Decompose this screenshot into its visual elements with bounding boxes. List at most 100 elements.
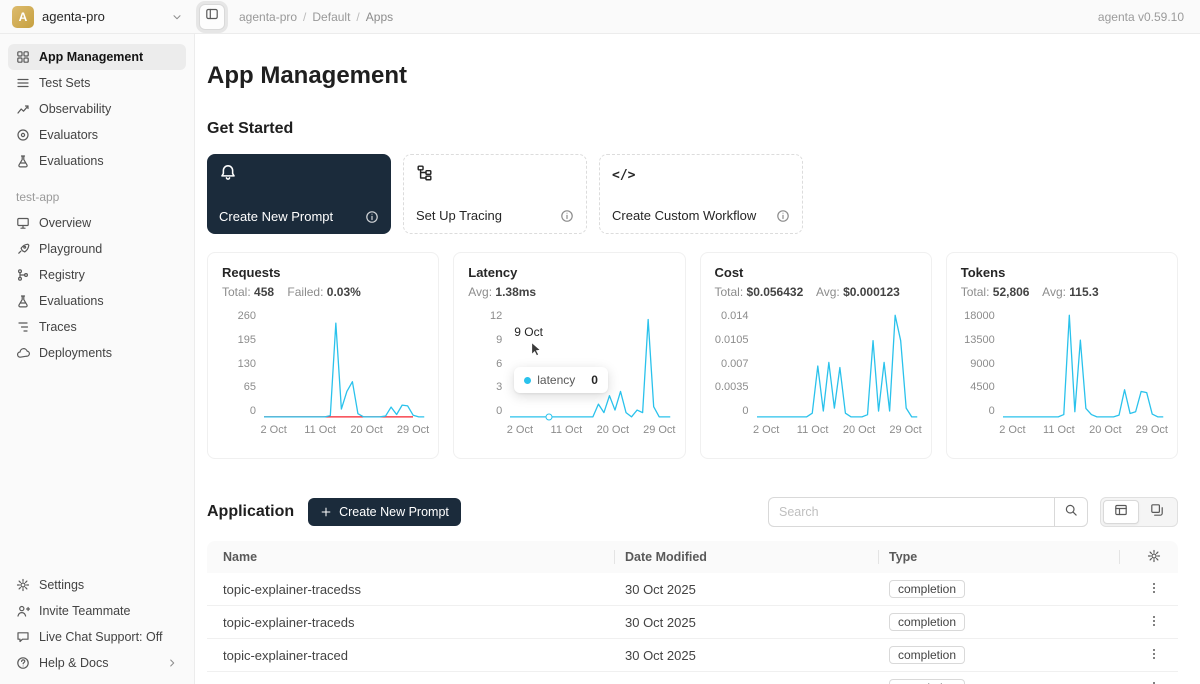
tick-label: 0.007 xyxy=(721,359,749,370)
prompt-icon xyxy=(219,163,237,186)
sidebar-item-help-docs[interactable]: Help & Docs xyxy=(8,650,186,676)
app-name: topic-explainer-tracedss xyxy=(207,582,625,597)
requests-metric-card: Requests Total: 458 Failed: 0.03% 260 19… xyxy=(207,252,439,459)
column-header-name[interactable]: Name xyxy=(207,550,625,564)
tick-label: 18000 xyxy=(964,311,995,322)
sidebar-item-evaluators[interactable]: Evaluators xyxy=(8,122,186,148)
set-up-tracing-card[interactable]: Set Up Tracing xyxy=(403,154,587,234)
table-row[interactable]: career-assessment 27 Oct 2025 completion xyxy=(207,672,1178,684)
sidebar-item-registry[interactable]: Registry xyxy=(8,262,186,288)
onboarding-card-label: Create New Prompt xyxy=(219,209,333,224)
sidebar-item-label: Evaluators xyxy=(39,128,98,142)
sidebar-item-label: Evaluations xyxy=(39,154,104,168)
tick-label: 9 xyxy=(496,335,502,346)
create-new-prompt-card[interactable]: Create New Prompt xyxy=(207,154,391,234)
table-settings-button[interactable] xyxy=(1130,549,1178,566)
metric-stats: Avg: 1.38ms xyxy=(468,285,670,299)
target-icon xyxy=(16,128,30,142)
stat-value: 52,806 xyxy=(993,285,1030,299)
table-row[interactable]: topic-explainer-traceds 30 Oct 2025 comp… xyxy=(207,606,1178,639)
tree-icon xyxy=(16,320,30,334)
column-header-type[interactable]: Type xyxy=(889,550,1130,564)
tick-label: 11 Oct xyxy=(1043,424,1075,436)
tick-label: 0 xyxy=(742,406,748,417)
sidebar-item-live-chat-support[interactable]: Live Chat Support: Off xyxy=(8,624,186,650)
info-icon[interactable] xyxy=(560,209,574,223)
row-menu-button[interactable] xyxy=(1130,581,1178,598)
column-header-date-modified[interactable]: Date Modified xyxy=(625,550,889,564)
flask-icon xyxy=(16,294,30,308)
app-name: topic-explainer-traced xyxy=(207,648,625,663)
sidebar-item-overview[interactable]: Overview xyxy=(8,210,186,236)
table-row[interactable]: topic-explainer-traced 30 Oct 2025 compl… xyxy=(207,639,1178,672)
table-row[interactable]: topic-explainer-tracedss 30 Oct 2025 com… xyxy=(207,573,1178,606)
table-view-button[interactable] xyxy=(1103,500,1139,524)
card-view-button[interactable] xyxy=(1139,500,1175,524)
type-badge: completion xyxy=(889,679,965,684)
tick-label: 11 Oct xyxy=(304,424,336,436)
plus-icon xyxy=(320,506,332,518)
search-icon xyxy=(1064,503,1078,522)
stat-value: 1.38ms xyxy=(495,285,536,299)
table-view-icon xyxy=(1114,503,1128,522)
row-menu-button[interactable] xyxy=(1130,614,1178,631)
sidebar-item-label: Playground xyxy=(39,242,102,256)
x-axis: 2 Oct 11 Oct 20 Oct 29 Oct xyxy=(510,424,670,438)
info-icon[interactable] xyxy=(365,210,379,224)
create-new-prompt-button[interactable]: Create New Prompt xyxy=(308,498,461,526)
workspace-selector[interactable]: A agenta-pro xyxy=(0,6,195,28)
sidebar-item-label: Overview xyxy=(39,216,91,230)
branch-icon xyxy=(16,268,30,282)
info-icon[interactable] xyxy=(776,209,790,223)
sidebar-item-deployments[interactable]: Deployments xyxy=(8,340,186,366)
table-header-row: Name Date Modified Type xyxy=(207,541,1178,573)
app-name: topic-explainer-traceds xyxy=(207,615,625,630)
sidebar-item-playground[interactable]: Playground xyxy=(8,236,186,262)
create-custom-workflow-card[interactable]: </> Create Custom Workflow xyxy=(599,154,803,234)
sidebar-item-app-evaluations[interactable]: Evaluations xyxy=(8,288,186,314)
tick-label: 2 Oct xyxy=(507,424,533,436)
y-axis: 18000 13500 9000 4500 0 xyxy=(961,311,995,419)
requests-chart[interactable] xyxy=(264,311,424,419)
main-content: App Management Get Started Create New Pr… xyxy=(195,34,1200,684)
tokens-chart[interactable] xyxy=(1003,311,1163,419)
sidebar-item-invite-teammate[interactable]: Invite Teammate xyxy=(8,598,186,624)
cost-metric-card: Cost Total: $0.056432 Avg: $0.000123 0.0… xyxy=(700,252,932,459)
type-badge: completion xyxy=(889,646,965,664)
search-button[interactable] xyxy=(1054,497,1088,527)
stat-label: Avg: xyxy=(468,285,492,299)
tick-label: 29 Oct xyxy=(1136,424,1168,436)
sidebar-item-label: Observability xyxy=(39,102,111,116)
sidebar-item-traces[interactable]: Traces xyxy=(8,314,186,340)
breadcrumb-item[interactable]: Default xyxy=(312,10,350,24)
row-menu-button[interactable] xyxy=(1130,647,1178,664)
metric-title: Latency xyxy=(468,265,670,280)
stat-value: $0.056432 xyxy=(747,285,804,299)
type-badge: completion xyxy=(889,580,965,598)
latency-chart[interactable] xyxy=(510,311,670,419)
cloud-icon xyxy=(16,346,30,360)
workspace-avatar: A xyxy=(12,6,34,28)
tick-label: 13500 xyxy=(964,335,995,346)
stat-value: 458 xyxy=(254,285,274,299)
sidebar-item-observability[interactable]: Observability xyxy=(8,96,186,122)
metric-stats: Total: $0.056432 Avg: $0.000123 xyxy=(715,285,917,299)
tick-label: 29 Oct xyxy=(889,424,921,436)
sidebar-item-settings[interactable]: Settings xyxy=(8,572,186,598)
sidebar-item-label: Test Sets xyxy=(39,76,90,90)
type-badge: completion xyxy=(889,613,965,631)
sidebar-item-test-sets[interactable]: Test Sets xyxy=(8,70,186,96)
chevron-right-icon xyxy=(166,657,178,669)
row-menu-button[interactable] xyxy=(1130,680,1178,684)
sidebar-item-app-management[interactable]: App Management xyxy=(8,44,186,70)
sidebar-item-evaluations[interactable]: Evaluations xyxy=(8,148,186,174)
user-plus-icon xyxy=(16,604,30,618)
app-date-modified: 30 Oct 2025 xyxy=(625,615,889,630)
sidebar-collapse-button[interactable] xyxy=(199,4,225,30)
cost-chart[interactable] xyxy=(757,311,917,419)
search-input[interactable] xyxy=(768,497,1054,527)
tick-label: 0 xyxy=(496,406,502,417)
breadcrumb-item-current[interactable]: Apps xyxy=(366,10,393,24)
breadcrumb-item[interactable]: agenta-pro xyxy=(239,10,297,24)
stat-value: 115.3 xyxy=(1069,285,1098,299)
